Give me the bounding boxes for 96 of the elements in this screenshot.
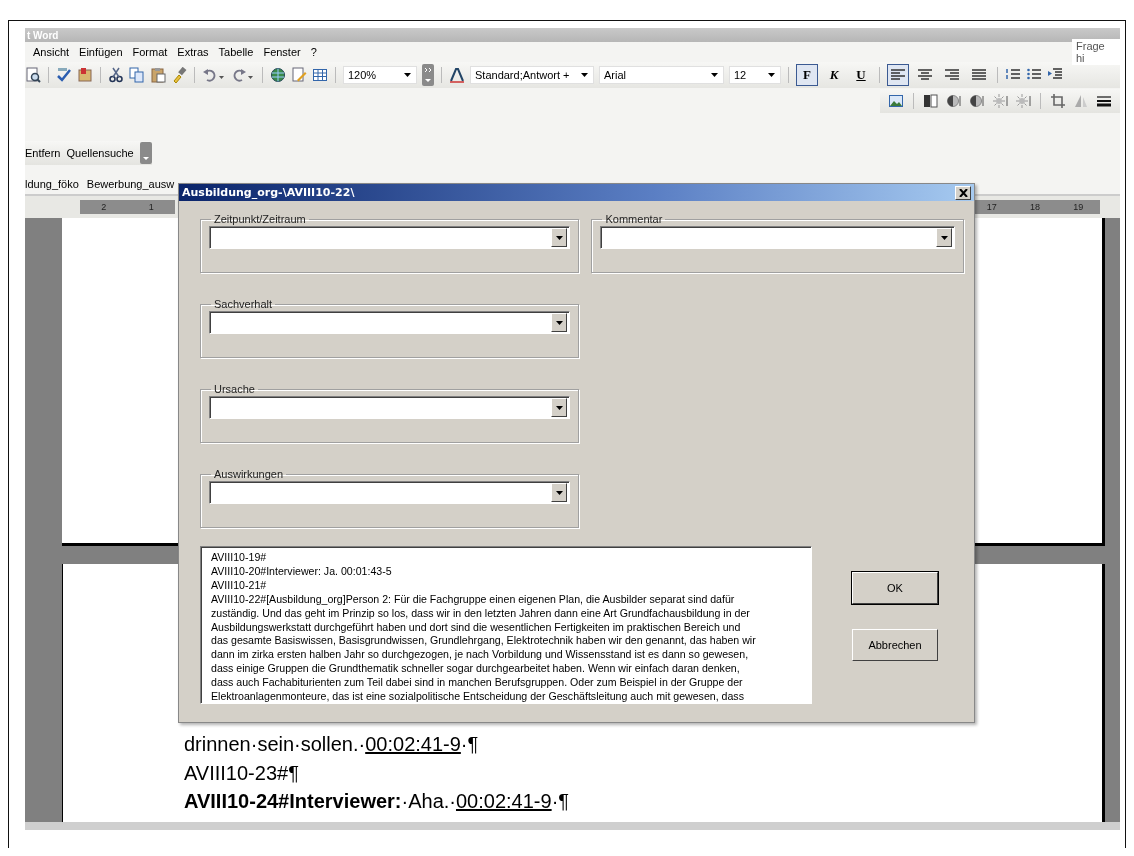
zoom-dropdown[interactable]: 120% [343,66,417,84]
format-button[interactable]: F [796,64,818,86]
styles-icon[interactable] [449,67,465,83]
text-line: AVIII10-21# [211,578,268,593]
document-paragraph: AVIII10-23#¶ [184,760,300,786]
text-line: das gesamte Basiswissen, Basisgrundwissen, Grundlehrgang, Elektrotechnik haben wir den genannt, das haben wir [211,634,757,649]
text-line: zuständig. Und das geht im Prinzip so los, dass wir in den letzten Jahren dann eine Art Grundfachausbildung in der [211,606,751,621]
menu-item[interactable]: Tabelle [218,46,254,58]
dropdown-field[interactable] [600,226,955,249]
text-line: dass auch Fachabiturienten zum Teil dabei sind in manchen Berufsgruppen. Oder zum Beispiel in der Gruppe der [211,676,744,691]
undo-icon[interactable] [202,67,226,83]
font-dropdown[interactable]: Arial [599,66,724,84]
justify-icon [971,67,987,83]
text-line: dann im zirka ersten halben Jahr so durchgezogen, je nach Vorbildung und Wissensstand ist es dann so gewesen, [211,648,750,663]
format-button[interactable]: K [823,64,845,86]
book-icon[interactable] [77,67,93,83]
text-line: AVIII10-19# [211,551,268,565]
menu-item[interactable]: Einfügen [79,46,123,58]
group-label: Ursache [213,383,256,395]
contrast-icon[interactable] [969,93,985,109]
font-size-dropdown[interactable]: 12 [729,66,781,84]
caret-icon [404,73,411,77]
dropdown-button[interactable] [551,228,568,247]
dropdown-field[interactable] [209,396,571,419]
dropdown-field[interactable] [209,226,571,249]
caret-icon [768,73,775,77]
table-icon[interactable] [312,67,328,83]
group-label: Sachverhalt [213,298,274,310]
group-label: Auswirkungen [213,468,285,480]
dropdown-button[interactable] [551,398,568,417]
close-icon [958,188,968,197]
timestamp-link[interactable]: 00:02:41-9 [456,790,552,812]
align-right-icon [944,67,960,83]
dropdown-button[interactable] [936,228,952,247]
contrast-icon[interactable] [946,93,962,109]
picture-icon[interactable] [888,93,904,109]
redo-icon[interactable] [231,67,255,83]
menu-item[interactable]: ? [310,46,317,58]
ruler-number: 1 [147,202,155,212]
group-label: Kommentar [604,213,664,225]
caret-icon [711,73,718,77]
text-line: Ausbildungswerkstatt durchgeführt haben und dort sind die wesentlichen Fertigkeiten im praktischen Bereich und [211,620,742,635]
text-line: dass einige Gruppen die Grundthematik schneller sogar durchgearbeitet haben. Wenn wir einfach daran denken, [211,662,741,677]
align-left-icon [890,67,906,83]
toolbar-button[interactable]: ldung_föko [25,178,79,190]
toolbar-button[interactable]: Bewerbung_ausw [86,178,175,190]
dialog-button[interactable]: Abbrechen [852,629,938,661]
toolbar-options-icon[interactable] [422,64,434,86]
dialog-title: Ausbildung_org-\AVIII10-22\ [182,186,355,199]
transcript-box[interactable] [200,546,812,704]
window-title: t Word [26,29,59,41]
ruler-number: 18 [1029,202,1041,212]
document-paragraph: AVIII10-24#Interviewer:·Aha.·00:02:41-9·¶ [184,789,571,814]
ruler-number: 19 [1072,202,1085,212]
spellcheck-icon[interactable] [56,67,72,83]
caret-icon [581,73,588,77]
line-style-icon[interactable] [1096,93,1112,109]
caret-icon [556,490,563,495]
brush-icon[interactable] [171,67,187,83]
copy-icon[interactable] [129,67,145,83]
ruler-number: 2 [100,202,108,212]
align-center-icon [917,67,933,83]
dropdown-button[interactable] [551,483,568,502]
menu-item[interactable]: Format [132,46,168,58]
help-search-field[interactable]: Frage hi [1072,39,1120,65]
toolbar-options-icon[interactable] [139,142,152,164]
menu-item[interactable]: Extras [177,46,209,58]
paste-icon[interactable] [150,67,166,83]
caret-icon [556,235,563,240]
globe-icon[interactable] [270,67,286,83]
ruler-number: 17 [985,202,998,212]
alignment-button[interactable] [887,64,909,86]
menu-item[interactable]: Fenster [263,46,301,58]
dropdown-field[interactable] [209,481,571,504]
toolbar-button[interactable]: Quellensuche [66,147,134,159]
print-preview-icon[interactable] [25,67,41,83]
dialog-button[interactable]: OK [852,572,938,604]
text-line: AVIII10-22#[Ausbildung_org]Person 2: Für die Fachgruppe einen eigenen Plan, die Ausbilder separat sind dafür [211,592,736,607]
caret-icon [556,405,563,410]
caret-icon [940,235,948,240]
crop-icon[interactable] [1050,93,1066,109]
text-line: Elektroanlagenmonteure, das ist eine sozialpolitische Entscheidung der Geschäftsleitung auch mit gewesen, dass [211,690,745,703]
toolbar-button[interactable]: Entfern [25,147,61,159]
color-mode-icon[interactable] [923,93,939,109]
format-button[interactable]: U [850,64,872,86]
scissors-icon[interactable] [108,67,124,83]
style-dropdown[interactable]: Standard;Antwort + [470,66,594,84]
group-label: Zeitpunkt/Zeitraum [213,213,307,225]
timestamp-link[interactable]: 00:02:41-9 [365,733,461,755]
close-button[interactable] [955,185,971,200]
document-paragraph: drinnen·sein·sollen.·00:02:41-9·¶ [184,732,480,757]
menu-item[interactable]: Ansicht [33,46,70,58]
dropdown-button[interactable] [551,313,568,332]
caret-icon [556,320,563,325]
text-line: AVIII10-20#Interviewer: Ja. 00:01:43-5 [211,564,393,579]
dropdown-field[interactable] [209,311,571,334]
